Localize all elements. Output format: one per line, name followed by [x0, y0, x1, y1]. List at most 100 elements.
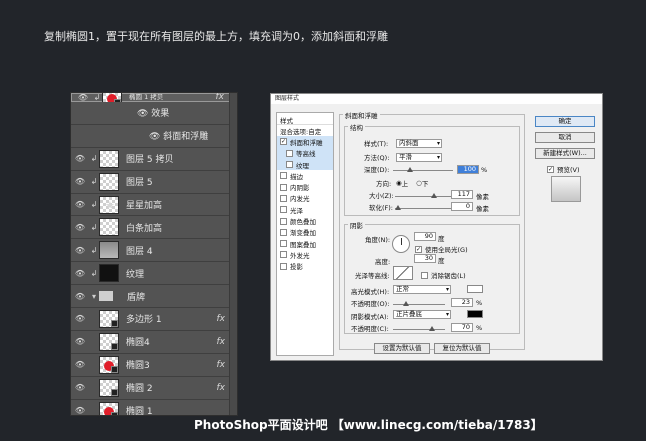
- eye-icon[interactable]: 👁: [71, 314, 89, 323]
- effect-item-row[interactable]: 👁 斜面和浮雕: [71, 124, 237, 148]
- slider-knob[interactable]: [431, 193, 437, 198]
- fx-icon[interactable]: fx: [217, 314, 226, 324]
- depth-slider[interactable]: [393, 167, 453, 172]
- layer-row[interactable]: 👁 ↲ 图层 5: [71, 171, 237, 194]
- highlight-opacity-input[interactable]: 23: [451, 298, 473, 307]
- eye-icon[interactable]: 👁: [71, 292, 89, 301]
- fx-icon[interactable]: fx: [217, 337, 226, 347]
- angle-dial[interactable]: [392, 235, 410, 253]
- ok-button[interactable]: 确定: [535, 116, 595, 127]
- style-item-contour[interactable]: 等高线: [277, 147, 333, 159]
- new-style-button[interactable]: 新建样式(W)...: [535, 148, 595, 159]
- layer-group-row[interactable]: 👁 ▾ 盾牌: [71, 285, 237, 309]
- layer-name: 图层 4: [126, 246, 153, 257]
- checkbox[interactable]: [280, 206, 287, 214]
- style-item[interactable]: 渐变叠加: [277, 227, 333, 238]
- layer-row[interactable]: 👁 ↲ 纹理: [71, 262, 237, 286]
- fx-icon[interactable]: fx: [217, 383, 226, 393]
- layer-row[interactable]: 👁 多边形 1 fx: [71, 308, 237, 331]
- checkbox[interactable]: [280, 240, 287, 248]
- gloss-contour-picker[interactable]: [393, 266, 413, 280]
- fx-icon[interactable]: fx: [217, 360, 226, 370]
- checkbox[interactable]: ✓: [547, 165, 554, 173]
- layer-row[interactable]: 👁 ↲ 椭圆 1 拷贝 fx: [71, 93, 237, 107]
- style-item[interactable]: 颜色叠加: [277, 215, 333, 226]
- checkbox[interactable]: [280, 172, 287, 180]
- checkbox[interactable]: [280, 194, 287, 202]
- shadow-mode-select[interactable]: 正片叠底: [393, 310, 451, 319]
- checkbox[interactable]: [286, 149, 293, 157]
- layer-row[interactable]: 👁 椭圆 2 fx: [71, 377, 237, 400]
- layer-row[interactable]: 👁 椭圆4 fx: [71, 331, 237, 354]
- layer-row[interactable]: 👁 椭圆 1: [71, 400, 237, 415]
- checkbox[interactable]: [280, 251, 287, 259]
- layer-row[interactable]: 👁 ↲ 图层 5 拷贝: [71, 148, 237, 171]
- reset-default-button[interactable]: 复位为默认值: [434, 343, 490, 354]
- eye-icon[interactable]: 👁: [71, 177, 89, 186]
- style-item-blend-options[interactable]: 混合选项:自定: [277, 125, 333, 136]
- eye-icon[interactable]: 👁: [71, 246, 89, 255]
- eye-icon[interactable]: 👁: [71, 154, 89, 163]
- slider-knob[interactable]: [403, 301, 409, 306]
- layer-name: 👁 效果: [137, 109, 170, 120]
- effects-row[interactable]: 👁 效果: [71, 102, 237, 125]
- method-select[interactable]: 平滑: [396, 152, 442, 162]
- layer-thumbnail: [99, 264, 119, 283]
- layers-scrollbar[interactable]: [229, 93, 237, 415]
- style-select[interactable]: 内斜面: [396, 138, 442, 148]
- soften-input[interactable]: 0: [451, 202, 473, 211]
- checkbox[interactable]: [421, 271, 428, 279]
- highlight-opacity-slider[interactable]: [393, 301, 445, 306]
- style-item[interactable]: 投影: [277, 261, 333, 272]
- checkbox[interactable]: [280, 217, 287, 225]
- eye-icon[interactable]: 👁: [149, 132, 163, 142]
- styles-header[interactable]: 样式: [277, 113, 333, 125]
- angle-input[interactable]: 90: [414, 232, 436, 241]
- style-item[interactable]: 光泽: [277, 204, 333, 215]
- soften-slider[interactable]: [395, 205, 453, 210]
- slider-knob[interactable]: [407, 167, 413, 172]
- style-item[interactable]: 内阴影: [277, 181, 333, 192]
- soften-row: 软化(F):: [369, 202, 395, 212]
- eye-icon[interactable]: 👁: [71, 200, 89, 209]
- layer-row[interactable]: 👁 ↲ 白条加高: [71, 216, 237, 240]
- eye-icon[interactable]: 👁: [71, 406, 89, 415]
- eye-icon[interactable]: 👁: [71, 383, 89, 392]
- slider-knob[interactable]: [395, 205, 401, 210]
- eye-icon[interactable]: 👁: [74, 94, 92, 102]
- checkbox[interactable]: [286, 161, 293, 169]
- style-item-texture[interactable]: 纹理: [277, 158, 333, 171]
- slider-knob[interactable]: [429, 326, 435, 331]
- highlight-color-swatch[interactable]: [467, 285, 483, 293]
- style-item[interactable]: 内发光: [277, 193, 333, 204]
- eye-icon[interactable]: 👁: [137, 109, 151, 119]
- style-item-bevel[interactable]: ✓ 斜面和浮雕: [277, 136, 333, 148]
- checkbox[interactable]: ✓: [415, 245, 422, 253]
- checkbox[interactable]: [280, 262, 287, 270]
- shadow-opacity-slider[interactable]: [393, 326, 445, 331]
- size-input[interactable]: 117: [451, 190, 473, 199]
- eye-icon[interactable]: 👁: [71, 337, 89, 346]
- shadow-opacity-input[interactable]: 70: [451, 323, 473, 332]
- fx-icon[interactable]: fx: [216, 93, 225, 102]
- eye-icon[interactable]: 👁: [71, 269, 89, 278]
- eye-icon[interactable]: 👁: [71, 223, 89, 232]
- size-slider[interactable]: [395, 193, 453, 198]
- eye-icon[interactable]: 👁: [71, 360, 89, 369]
- altitude-input[interactable]: 30: [414, 254, 436, 263]
- depth-input[interactable]: 100: [457, 165, 479, 174]
- style-item[interactable]: 外发光: [277, 249, 333, 260]
- checkbox[interactable]: [280, 228, 287, 236]
- set-default-button[interactable]: 设置为默认值: [374, 343, 430, 354]
- chevron-down-icon[interactable]: ▾: [89, 292, 99, 301]
- style-item[interactable]: 描边: [277, 170, 333, 181]
- layer-row[interactable]: 👁 ↲ ★ 星星加高: [71, 194, 237, 217]
- checkbox[interactable]: [280, 183, 287, 191]
- shadow-color-swatch[interactable]: [467, 310, 483, 318]
- layer-row[interactable]: 👁 椭圆3 fx: [71, 354, 237, 377]
- layer-row[interactable]: 👁 ↲ 图层 4: [71, 239, 237, 263]
- cancel-button[interactable]: 取消: [535, 132, 595, 143]
- checkbox[interactable]: ✓: [280, 138, 287, 146]
- style-item[interactable]: 图案叠加: [277, 238, 333, 249]
- highlight-mode-select[interactable]: 正常: [393, 285, 451, 294]
